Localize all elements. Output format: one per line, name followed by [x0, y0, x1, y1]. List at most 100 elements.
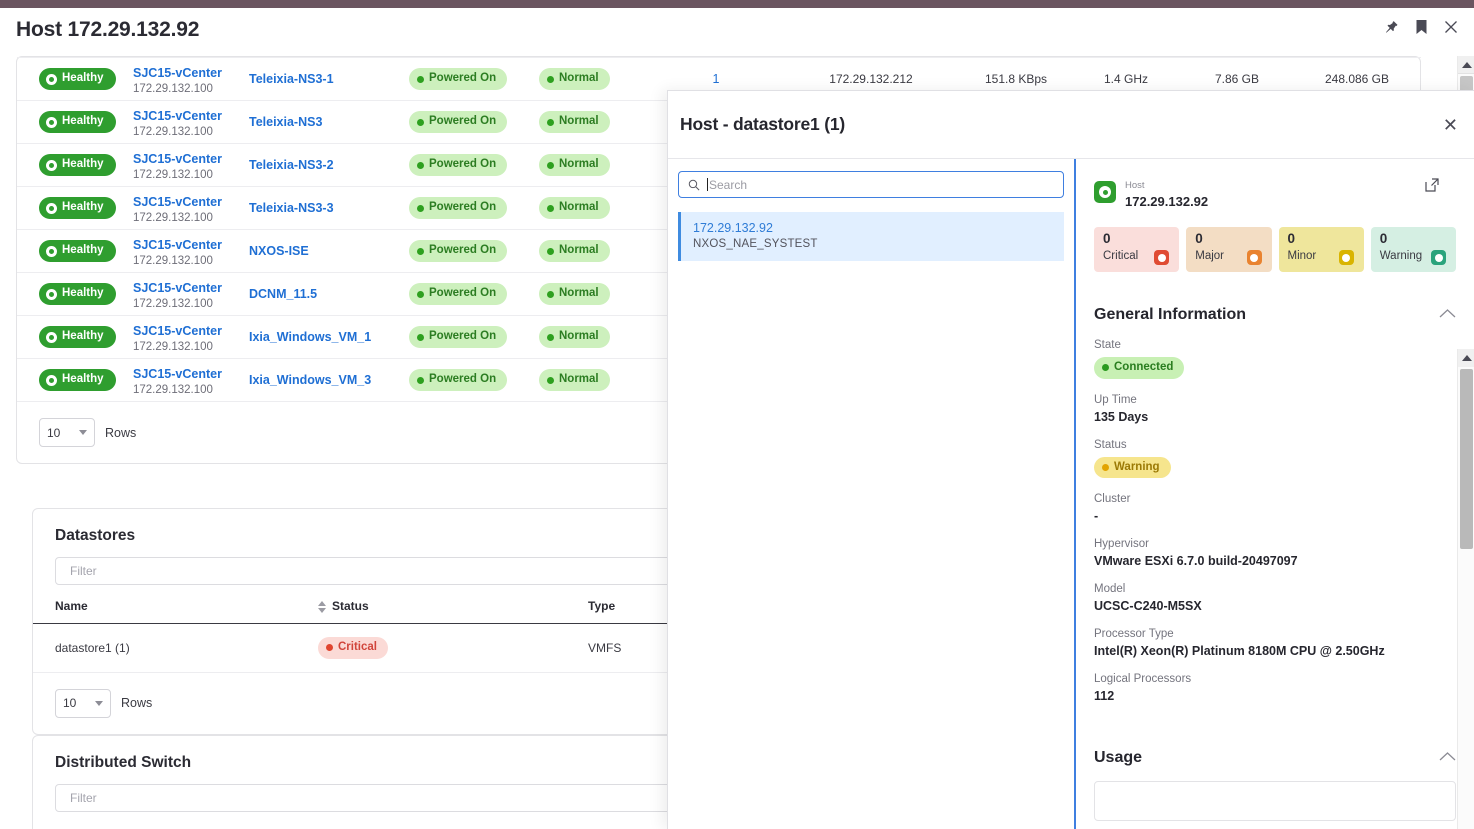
- severity-count: 0: [1195, 232, 1263, 247]
- vm-ip: 172.29.132.212: [829, 72, 912, 86]
- vcenter-link[interactable]: SJC15-vCenter: [133, 367, 222, 381]
- panel-scroll-up-arrow[interactable]: [1458, 349, 1474, 367]
- severity-card-warning[interactable]: 0 Warning: [1371, 227, 1456, 272]
- field-value-model: UCSC-C240-M5SX: [1094, 599, 1456, 613]
- vcenter-link[interactable]: SJC15-vCenter: [133, 281, 222, 295]
- panel-scrollbar[interactable]: [1457, 349, 1474, 829]
- chevron-up-icon[interactable]: [1439, 749, 1456, 767]
- vm-name-link[interactable]: Ixia_Windows_VM_1: [249, 330, 371, 344]
- list-item[interactable]: 172.29.132.92 NXOS_NAE_SYSTEST: [678, 212, 1064, 261]
- vm-name-link[interactable]: Ixia_Windows_VM_3: [249, 373, 371, 387]
- close-icon[interactable]: [1442, 18, 1460, 36]
- datastore-name: datastore1 (1): [33, 624, 318, 673]
- usage-header: Usage: [1094, 749, 1456, 767]
- field-label-uptime: Up Time: [1094, 394, 1456, 406]
- column-header-name[interactable]: Name: [33, 599, 318, 624]
- field-label-processor-type: Processor Type: [1094, 628, 1456, 640]
- vm-storage: 248.086 GB: [1325, 72, 1389, 86]
- vcenter-link[interactable]: SJC15-vCenter: [133, 238, 222, 252]
- vcenter-ip: 172.29.132.100: [133, 83, 249, 95]
- vm-name-link[interactable]: NXOS-ISE: [249, 244, 309, 258]
- vm-status-badge: Normal: [539, 197, 610, 219]
- rows-label: Rows: [105, 426, 136, 440]
- vm-status-badge: Normal: [539, 283, 610, 305]
- vm-status-badge: Normal: [539, 111, 610, 133]
- field-label-hypervisor: Hypervisor: [1094, 538, 1456, 550]
- field-label-cluster: Cluster: [1094, 493, 1456, 505]
- list-item-title: 172.29.132.92: [693, 221, 1052, 235]
- vm-name-link[interactable]: Teleixia-NS3-2: [249, 158, 334, 172]
- vm-memory: 7.86 GB: [1215, 72, 1259, 86]
- vm-name-link[interactable]: Teleixia-NS3-3: [249, 201, 334, 215]
- host-ip: 172.29.132.92: [1125, 194, 1208, 209]
- vcenter-link[interactable]: SJC15-vCenter: [133, 109, 222, 123]
- status-badge: Healthy: [39, 68, 116, 90]
- vm-cpu: 1.4 GHz: [1104, 72, 1148, 86]
- vm-name-link[interactable]: Teleixia-NS3: [249, 115, 322, 129]
- minor-icon: [1339, 250, 1354, 265]
- vcenter-ip: 172.29.132.100: [133, 126, 249, 138]
- rows-select[interactable]: 10: [55, 689, 111, 718]
- panel-body: Search 172.29.132.92 NXOS_NAE_SYSTEST Ho…: [668, 159, 1474, 829]
- severity-card-minor[interactable]: 0 Minor: [1279, 227, 1364, 272]
- field-value-cluster: -: [1094, 509, 1456, 523]
- column-header-status[interactable]: Status: [318, 599, 588, 624]
- vm-count[interactable]: 1: [713, 72, 720, 86]
- power-badge: Powered On: [409, 111, 507, 133]
- field-label-state: State: [1094, 339, 1456, 351]
- search-input[interactable]: Search: [678, 171, 1064, 198]
- power-badge: Powered On: [409, 240, 507, 262]
- list-item-subtitle: NXOS_NAE_SYSTEST: [693, 238, 1052, 250]
- panel-header: Host - datastore1 (1) ✕: [668, 91, 1474, 159]
- warning-icon: [1431, 250, 1446, 265]
- field-label-logical-processors: Logical Processors: [1094, 673, 1456, 685]
- pin-icon[interactable]: [1382, 18, 1400, 36]
- vcenter-link[interactable]: SJC15-vCenter: [133, 324, 222, 338]
- status-badge: Healthy: [39, 154, 116, 176]
- status-badge: Warning: [1094, 457, 1171, 479]
- status-badge: Healthy: [39, 197, 116, 219]
- severity-count: 0: [1103, 232, 1171, 247]
- search-placeholder: Search: [707, 178, 747, 192]
- status-badge: Critical: [318, 637, 388, 659]
- vcenter-link[interactable]: SJC15-vCenter: [133, 195, 222, 209]
- usage-panel-placeholder: [1094, 781, 1456, 821]
- host-kind-label: Host: [1125, 180, 1145, 191]
- vcenter-ip: 172.29.132.100: [133, 298, 249, 310]
- panel-scroll-thumb[interactable]: [1460, 369, 1473, 549]
- sort-icon[interactable]: [318, 601, 326, 613]
- field-value-processor-type: Intel(R) Xeon(R) Platinum 8180M CPU @ 2.…: [1094, 644, 1456, 658]
- field-value-logical-processors: 112: [1094, 689, 1456, 703]
- power-badge: Powered On: [409, 326, 507, 348]
- chevron-down-icon: [79, 430, 87, 435]
- open-external-icon[interactable]: [1424, 177, 1440, 198]
- datastore-status-cell: Critical: [318, 624, 588, 673]
- severity-card-critical[interactable]: 0 Critical: [1094, 227, 1179, 272]
- rows-select[interactable]: 10: [39, 418, 95, 447]
- host-detail-panel: Host - datastore1 (1) ✕ Search 172.29.13…: [667, 90, 1474, 829]
- panel-detail-pane: Host 172.29.132.92 0 Critical 0 Maj: [1074, 159, 1474, 829]
- status-badge: Healthy: [39, 283, 116, 305]
- general-information-header: General Information: [1094, 306, 1456, 324]
- host-health-icon: [1094, 181, 1116, 203]
- close-icon[interactable]: ✕: [1443, 116, 1458, 134]
- state-badge: Connected: [1094, 357, 1184, 379]
- rows-select-value: 10: [47, 426, 60, 440]
- page-title: Host 172.29.132.92: [16, 18, 199, 42]
- vcenter-link[interactable]: SJC15-vCenter: [133, 66, 222, 80]
- vm-status-badge: Normal: [539, 68, 610, 90]
- power-badge: Powered On: [409, 369, 507, 391]
- vm-name-link[interactable]: DCNM_11.5: [249, 287, 317, 301]
- chevron-up-icon[interactable]: [1439, 306, 1456, 324]
- major-icon: [1247, 250, 1262, 265]
- vm-name-link[interactable]: Teleixia-NS3-1: [249, 72, 334, 86]
- vm-status-badge: Normal: [539, 154, 610, 176]
- severity-card-major[interactable]: 0 Major: [1186, 227, 1271, 272]
- rows-label: Rows: [121, 696, 152, 710]
- bookmark-icon[interactable]: [1412, 18, 1430, 36]
- search-icon: [688, 179, 700, 191]
- rows-select-value: 10: [63, 696, 76, 710]
- scroll-up-arrow[interactable]: [1458, 56, 1474, 74]
- vm-status-badge: Normal: [539, 326, 610, 348]
- vcenter-link[interactable]: SJC15-vCenter: [133, 152, 222, 166]
